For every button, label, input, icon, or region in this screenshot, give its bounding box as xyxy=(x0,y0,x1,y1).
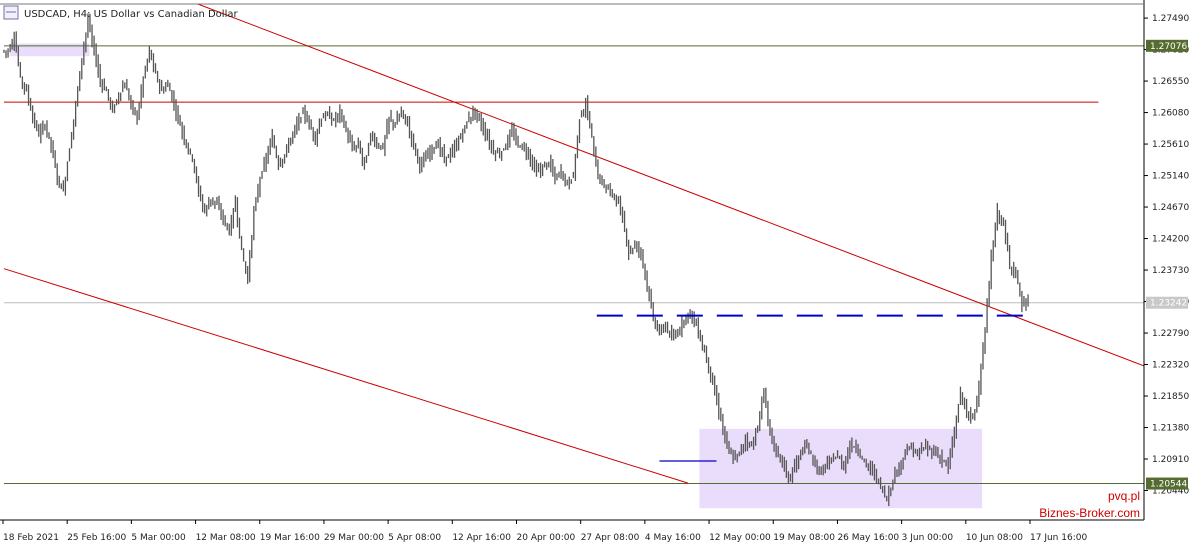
x-tick-label: 12 Apr 16:00 xyxy=(452,533,511,543)
x-tick-label: 29 Mar 00:00 xyxy=(324,533,384,543)
y-tick-label: 1.23730 xyxy=(1152,266,1189,276)
x-tick-label: 26 May 16:00 xyxy=(837,533,899,543)
x-tick-label: 4 May 16:00 xyxy=(645,533,701,543)
zones-layer xyxy=(9,43,983,509)
y-tick-label: 1.20910 xyxy=(1152,455,1189,465)
consolidation-zone xyxy=(699,428,983,509)
x-tick-label: 20 Apr 00:00 xyxy=(517,533,576,543)
y-tick-label: 1.21850 xyxy=(1152,392,1189,402)
watermark-line2: Biznes-Broker.com xyxy=(1039,506,1140,520)
x-tick-label: 3 Jun 00:00 xyxy=(902,533,954,543)
y-tick-label: 1.27490 xyxy=(1152,14,1189,24)
x-tick-label: 12 Mar 08:00 xyxy=(196,533,256,543)
x-tick-label: 12 May 00:00 xyxy=(709,533,771,543)
watermark-line1: pvq.pl xyxy=(1108,489,1140,503)
price-badge-label: 1.23242 xyxy=(1150,299,1187,309)
x-tick-label: 19 May 08:00 xyxy=(773,533,835,543)
y-tick-label: 1.22790 xyxy=(1152,329,1189,339)
trendline xyxy=(197,3,1145,367)
chart-canvas[interactable]: 1.274901.270201.265501.260801.256101.251… xyxy=(0,0,1200,549)
chart-title: USDCAD, H4: US Dollar vs Canadian Dollar xyxy=(24,9,238,20)
trendline xyxy=(3,268,689,484)
chart-window[interactable]: 1.274901.270201.265501.260801.256101.251… xyxy=(0,0,1200,549)
price-badge-label: 1.27076 xyxy=(1150,42,1187,52)
watermark: pvq.pl Biznes-Broker.com xyxy=(1039,489,1140,520)
y-tick-label: 1.21380 xyxy=(1152,424,1189,434)
x-tick-label: 25 Feb 16:00 xyxy=(67,533,126,543)
y-tick-label: 1.25610 xyxy=(1152,140,1189,150)
x-tick-label: 17 Jun 16:00 xyxy=(1030,533,1087,543)
x-tick-label: 18 Feb 2021 xyxy=(3,533,59,543)
y-tick-label: 1.22320 xyxy=(1152,361,1189,371)
header: USDCAD, H4: US Dollar vs Canadian Dollar xyxy=(3,5,238,20)
y-tick-label: 1.24200 xyxy=(1152,235,1189,245)
y-tick-label: 1.24670 xyxy=(1152,203,1189,213)
y-tick-label: 1.26550 xyxy=(1152,77,1189,87)
x-tick-label: 27 Apr 08:00 xyxy=(581,533,640,543)
y-tick-label: 1.26080 xyxy=(1152,109,1189,119)
x-tick-label: 5 Apr 08:00 xyxy=(388,533,441,543)
x-tick-label: 19 Mar 16:00 xyxy=(260,533,320,543)
x-tick-label: 5 Mar 00:00 xyxy=(131,533,186,543)
y-tick-label: 1.25140 xyxy=(1152,172,1189,182)
lines-layer xyxy=(3,3,1145,485)
x-tick-label: 10 Jun 08:00 xyxy=(966,533,1023,543)
price-badge-label: 1.20544 xyxy=(1150,480,1187,490)
